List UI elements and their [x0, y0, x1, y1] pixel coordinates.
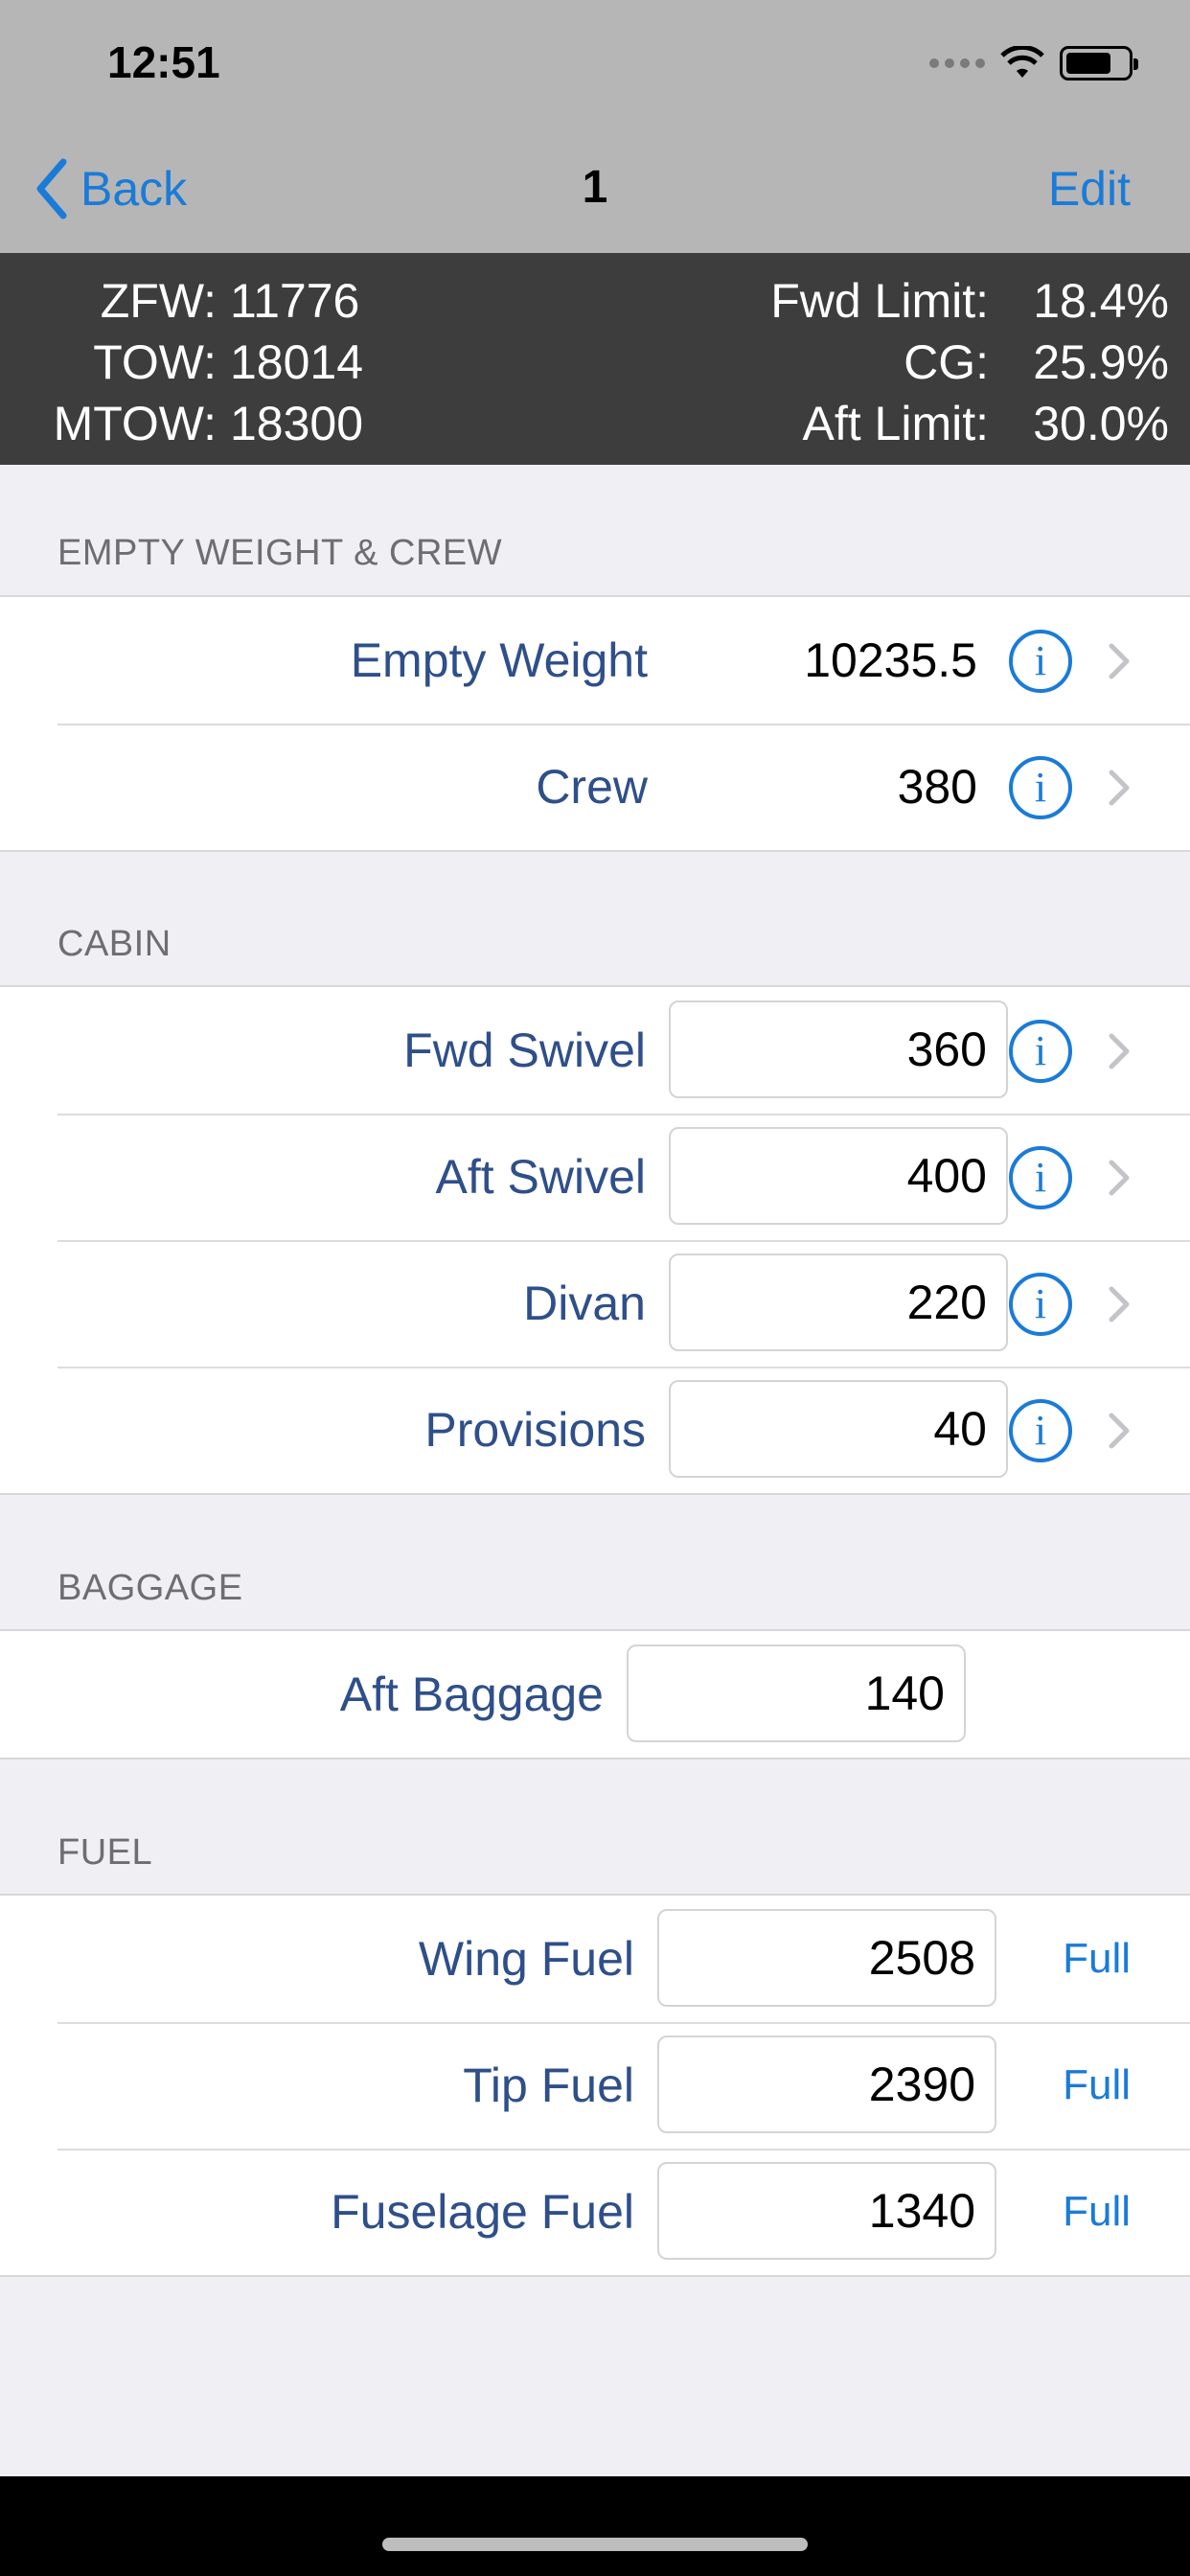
- empty-weight-crew-group: Empty Weight 10235.5 i Crew 380 i: [0, 595, 1190, 852]
- full-button[interactable]: Full: [1063, 2022, 1131, 2149]
- fuel-group: Wing Fuel 2508 Full Tip Fuel 2390 Full F…: [0, 1894, 1190, 2277]
- mtow-value: 18300: [230, 397, 364, 450]
- info-icon[interactable]: i: [1009, 630, 1072, 693]
- baggage-group: Aft Baggage 140: [0, 1629, 1190, 1760]
- list-item[interactable]: Aft Baggage 140: [0, 1631, 1190, 1758]
- section-header-baggage: BAGGAGE: [57, 1568, 243, 1608]
- status-time: 12:51: [107, 37, 220, 87]
- weight-input[interactable]: 140: [627, 1644, 966, 1742]
- list-item[interactable]: Tip Fuel 2390 Full: [0, 2022, 1190, 2149]
- section-header-cabin: CABIN: [57, 924, 172, 964]
- list-item[interactable]: Crew 380 i: [0, 724, 1190, 850]
- weight-input[interactable]: 40: [669, 1380, 1008, 1478]
- edit-button[interactable]: Edit: [1048, 161, 1131, 217]
- row-value: 10235.5: [804, 633, 977, 687]
- home-indicator-area: [0, 2476, 1190, 2576]
- list-item[interactable]: Aft Swivel 400 i: [0, 1114, 1190, 1240]
- row-label: Fuselage Fuel: [331, 2185, 634, 2239]
- chevron-right-icon: [1109, 1160, 1130, 1196]
- full-button[interactable]: Full: [1063, 1896, 1131, 2022]
- row-label: Provisions: [424, 1403, 646, 1457]
- row-label: Empty Weight: [350, 633, 648, 687]
- row-label: Tip Fuel: [463, 2058, 634, 2112]
- fwd-limit-label: Fwd Limit:: [770, 274, 989, 328]
- page-title: 1: [582, 162, 608, 213]
- list-item[interactable]: Fwd Swivel 360 i: [0, 987, 1190, 1114]
- zfw-value: 11776: [230, 274, 360, 328]
- info-icon[interactable]: i: [1009, 1146, 1072, 1209]
- list-item[interactable]: Empty Weight 10235.5 i: [0, 597, 1190, 724]
- row-value: 380: [897, 760, 977, 814]
- row-label: Crew: [536, 760, 648, 814]
- weight-input[interactable]: 360: [669, 1000, 1008, 1098]
- row-label: Wing Fuel: [418, 1932, 634, 1986]
- section-header-empty-weight-crew: EMPTY WEIGHT & CREW: [57, 533, 503, 573]
- row-label: Divan: [523, 1276, 646, 1330]
- aft-limit-label: Aft Limit:: [802, 397, 989, 450]
- tow-label: TOW:: [93, 335, 217, 389]
- row-label: Aft Swivel: [435, 1150, 646, 1204]
- status-icons: [929, 44, 1138, 82]
- cabin-group: Fwd Swivel 360 i Aft Swivel 400 i Divan …: [0, 985, 1190, 1495]
- full-button[interactable]: Full: [1063, 2149, 1131, 2275]
- tow-value: 18014: [230, 335, 364, 389]
- fuel-input[interactable]: 2508: [657, 1909, 996, 2007]
- chevron-right-icon: [1109, 770, 1130, 806]
- row-label: Fwd Swivel: [403, 1024, 646, 1077]
- cg-label: CG:: [904, 335, 989, 389]
- battery-icon: [1060, 46, 1138, 80]
- cg-value: 25.9%: [1033, 335, 1169, 389]
- list-item[interactable]: Divan 220 i: [0, 1240, 1190, 1367]
- navigation-bar: 12:51 Back 1 Edit: [0, 0, 1190, 253]
- zfw-label: ZFW:: [100, 274, 217, 328]
- weight-input[interactable]: 220: [669, 1254, 1008, 1351]
- fwd-limit-value: 18.4%: [1033, 274, 1169, 328]
- chevron-right-icon: [1109, 1286, 1130, 1322]
- row-label: Aft Baggage: [339, 1668, 604, 1721]
- chevron-right-icon: [1109, 1033, 1130, 1070]
- section-header-fuel: FUEL: [57, 1832, 153, 1873]
- fuel-input[interactable]: 1340: [657, 2162, 996, 2260]
- weight-input[interactable]: 400: [669, 1127, 1008, 1225]
- fuel-input[interactable]: 2390: [657, 2036, 996, 2133]
- chevron-right-icon: [1109, 643, 1130, 679]
- info-icon[interactable]: i: [1009, 1399, 1072, 1462]
- mtow-label: MTOW:: [53, 397, 217, 450]
- list-item[interactable]: Fuselage Fuel 1340 Full: [0, 2149, 1190, 2275]
- chevron-right-icon: [1109, 1413, 1130, 1449]
- cellular-signal-icon: [929, 58, 985, 68]
- info-icon[interactable]: i: [1009, 756, 1072, 819]
- info-icon[interactable]: i: [1009, 1020, 1072, 1083]
- list-item[interactable]: Wing Fuel 2508 Full: [0, 1896, 1190, 2022]
- weight-balance-summary: ZFW: 11776 TOW: 18014 MTOW: 18300 Fwd Limit…: [0, 253, 1190, 465]
- info-icon[interactable]: i: [1009, 1273, 1072, 1336]
- home-indicator[interactable]: [382, 2538, 808, 2551]
- list-item[interactable]: Provisions 40 i: [0, 1367, 1190, 1493]
- wifi-icon: [1000, 46, 1044, 78]
- aft-limit-value: 30.0%: [1033, 397, 1169, 450]
